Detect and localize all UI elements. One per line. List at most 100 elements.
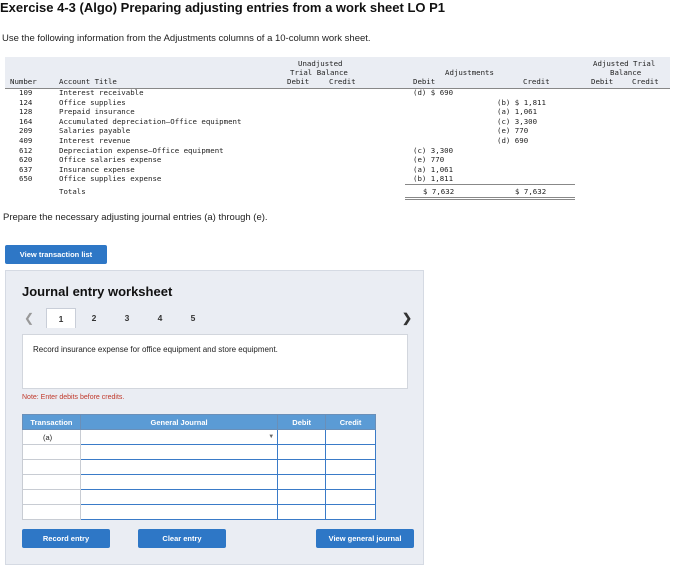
general-journal-select[interactable] (79, 444, 279, 460)
general-journal-select[interactable]: ▼ (79, 429, 279, 445)
account-number: 612 (19, 145, 33, 155)
journal-row (22, 474, 376, 490)
tab-4[interactable]: 4 (150, 308, 170, 328)
adjustment-credit: (a) 1,061 (497, 107, 538, 117)
account-number: 209 (19, 126, 33, 136)
tab-1[interactable]: 1 (46, 308, 76, 328)
account-number: 409 (19, 136, 33, 145)
debit-input[interactable] (277, 489, 327, 505)
journal-row (22, 459, 376, 475)
double-rule-2 (405, 199, 575, 200)
account-number: 128 (19, 107, 33, 117)
account-number: 650 (19, 174, 33, 184)
adjustments-debit-header: Debit (413, 77, 436, 86)
general-journal-select[interactable] (79, 474, 279, 490)
credit-input[interactable] (325, 429, 376, 445)
account-title: Depreciation expense—Office equipment (59, 145, 224, 155)
account-title: Office supplies expense (59, 174, 162, 184)
account-number: 164 (19, 116, 33, 126)
transaction-column-header: Transaction (22, 414, 81, 430)
caret-down-icon[interactable]: ▼ (268, 434, 274, 440)
general-journal-column-header: General Journal (79, 414, 279, 430)
debit-input[interactable] (277, 444, 327, 460)
account-title: Insurance expense (59, 164, 135, 174)
general-journal-select[interactable] (79, 489, 279, 505)
transaction-cell (22, 489, 81, 505)
number-header: Number (10, 77, 37, 86)
account-title: Salaries payable (59, 126, 131, 136)
journal-heading: Journal entry worksheet (22, 284, 173, 299)
clear-entry-button[interactable]: Clear entry (138, 529, 226, 548)
general-journal-select[interactable] (79, 459, 279, 475)
entry-note: Note: Enter debits before credits. (22, 394, 125, 401)
worksheet-table: Unadjusted Trial Balance Debit Credit Ad… (5, 57, 670, 200)
view-transaction-list-button[interactable]: View transaction list (5, 245, 107, 264)
adjustment-credit: (b) $ 1,811 (497, 97, 546, 107)
credit-input[interactable] (325, 489, 376, 505)
total-credit: $ 7,632 (515, 187, 547, 196)
debit-column-header: Debit (277, 414, 327, 430)
credit-column-header: Credit (325, 414, 376, 430)
double-rule-1 (405, 197, 575, 198)
adjustment-credit: (c) 3,300 (497, 116, 538, 126)
unadjusted-credit-header: Credit (329, 77, 356, 86)
transaction-cell (22, 459, 81, 475)
account-number: 620 (19, 155, 33, 165)
tab-2[interactable]: 2 (84, 308, 104, 328)
totals-rule (405, 184, 575, 185)
unadjusted-debit-header: Debit (287, 77, 310, 86)
journal-grid: Transaction General Journal Debit Credit… (22, 414, 376, 520)
adjusted-header-1: Adjusted Trial (593, 59, 656, 68)
unadjusted-header-2: Trial Balance (290, 68, 348, 77)
journal-row (22, 444, 376, 460)
adjustment-debit: (e) 770 (413, 155, 445, 165)
debit-input[interactable] (277, 474, 327, 490)
credit-input[interactable] (325, 474, 376, 490)
adjusted-header-2: Balance (610, 68, 642, 77)
instruction-text: Use the following information from the A… (2, 33, 371, 44)
adjustments-credit-header: Credit (523, 77, 550, 86)
tab-5[interactable]: 5 (183, 308, 203, 328)
chevron-left-icon[interactable]: ❮ (24, 311, 34, 325)
transaction-cell (22, 504, 81, 520)
account-title: Interest revenue (59, 136, 131, 145)
chevron-right-icon[interactable]: ❯ (402, 311, 412, 325)
total-debit: $ 7,632 (423, 187, 455, 196)
transaction-cell (22, 474, 81, 490)
debit-input[interactable] (277, 459, 327, 475)
credit-input[interactable] (325, 459, 376, 475)
prepare-instruction: Prepare the necessary adjusting journal … (3, 212, 268, 223)
record-entry-button[interactable]: Record entry (22, 529, 110, 548)
entry-description-box: Record insurance expense for office equi… (22, 334, 408, 389)
journal-row (22, 489, 376, 505)
adjustment-debit: (a) 1,061 (413, 164, 454, 174)
tab-3[interactable]: 3 (117, 308, 137, 328)
adjustment-debit: (c) 3,300 (413, 145, 454, 155)
account-title: Prepaid insurance (59, 107, 135, 117)
credit-input[interactable] (325, 504, 376, 520)
transaction-cell: (a) (22, 429, 81, 445)
journal-row: (a) ▼ (22, 429, 376, 445)
transaction-cell (22, 444, 81, 460)
account-number: 637 (19, 164, 33, 174)
debit-input[interactable] (277, 504, 327, 520)
adjustment-credit: (e) 770 (497, 126, 529, 136)
totals-label: Totals (59, 187, 86, 196)
debit-input[interactable] (277, 429, 327, 445)
view-general-journal-button[interactable]: View general journal (316, 529, 414, 548)
adjusted-credit-header: Credit (632, 77, 659, 86)
adjustments-header: Adjustments (445, 68, 494, 77)
page-title: Exercise 4-3 (Algo) Preparing adjusting … (0, 0, 446, 15)
account-title: Interest receivable (59, 88, 144, 97)
credit-input[interactable] (325, 444, 376, 460)
adjustment-debit: (b) 1,811 (413, 174, 454, 184)
adjustment-credit: (d) 690 (497, 136, 529, 145)
entry-description: Record insurance expense for office equi… (33, 345, 278, 354)
account-number: 109 (19, 88, 33, 97)
account-title: Office salaries expense (59, 155, 162, 165)
unadjusted-header-1: Unadjusted (298, 59, 343, 68)
account-number: 124 (19, 97, 33, 107)
account-title: Office supplies (59, 97, 126, 107)
account-title: Accumulated depreciation—Office equipmen… (59, 116, 242, 126)
general-journal-select[interactable] (79, 504, 279, 520)
